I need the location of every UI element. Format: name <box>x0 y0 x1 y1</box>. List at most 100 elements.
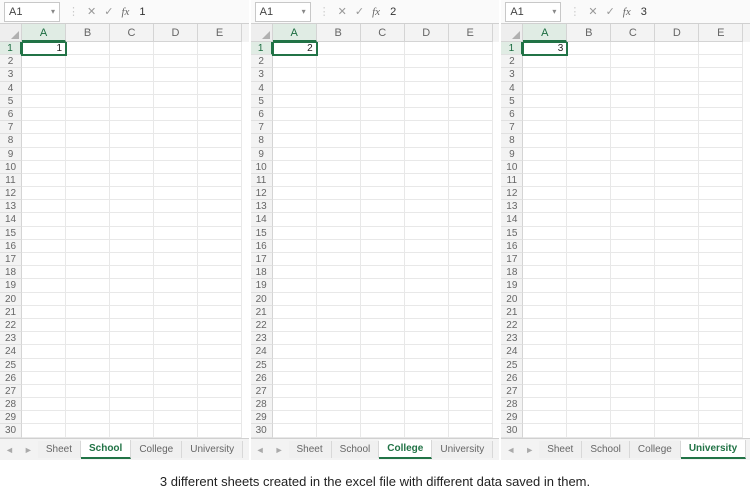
cell[interactable] <box>110 68 154 81</box>
cell[interactable] <box>699 174 743 187</box>
cell[interactable] <box>567 42 611 55</box>
row-header[interactable]: 27 <box>251 385 273 398</box>
cell[interactable] <box>22 253 66 266</box>
row-header[interactable]: 2 <box>501 55 523 68</box>
cell[interactable] <box>361 55 405 68</box>
cell[interactable] <box>567 253 611 266</box>
cell[interactable] <box>22 372 66 385</box>
cell[interactable] <box>449 213 493 226</box>
cell[interactable] <box>405 411 449 424</box>
row-header[interactable]: 17 <box>501 253 523 266</box>
cell[interactable] <box>611 82 655 95</box>
row-header[interactable]: 29 <box>0 411 22 424</box>
cell[interactable] <box>273 134 317 147</box>
cell[interactable] <box>655 424 699 437</box>
row-header[interactable]: 24 <box>0 345 22 358</box>
cell[interactable] <box>449 266 493 279</box>
cell[interactable] <box>110 372 154 385</box>
row-header[interactable]: 14 <box>501 213 523 226</box>
cell[interactable] <box>273 266 317 279</box>
cell[interactable] <box>449 253 493 266</box>
confirm-icon[interactable]: ✓ <box>351 5 368 18</box>
cell[interactable] <box>273 213 317 226</box>
sheet-tab[interactable]: School <box>582 441 630 458</box>
formula-value[interactable]: 2 <box>384 6 499 18</box>
cell[interactable] <box>611 121 655 134</box>
cell[interactable] <box>198 332 242 345</box>
cell[interactable] <box>66 332 110 345</box>
cell[interactable] <box>699 332 743 345</box>
cell[interactable] <box>361 213 405 226</box>
cell[interactable] <box>655 161 699 174</box>
cell[interactable] <box>361 174 405 187</box>
cell[interactable] <box>66 213 110 226</box>
cell[interactable] <box>22 134 66 147</box>
cell[interactable] <box>317 319 361 332</box>
cell[interactable] <box>361 345 405 358</box>
cell[interactable] <box>317 279 361 292</box>
row-header[interactable]: 8 <box>501 134 523 147</box>
cell[interactable] <box>66 82 110 95</box>
row-header[interactable]: 16 <box>0 240 22 253</box>
cell[interactable] <box>405 359 449 372</box>
cell[interactable] <box>154 319 198 332</box>
row-header[interactable]: 18 <box>251 266 273 279</box>
row-header[interactable]: 13 <box>501 200 523 213</box>
cell[interactable] <box>361 332 405 345</box>
cell[interactable] <box>567 55 611 68</box>
cell[interactable] <box>611 385 655 398</box>
cell[interactable] <box>110 161 154 174</box>
cell[interactable] <box>567 332 611 345</box>
column-header[interactable]: B <box>567 24 611 42</box>
cell[interactable] <box>22 161 66 174</box>
cell[interactable] <box>567 424 611 437</box>
cell[interactable] <box>699 345 743 358</box>
cell[interactable] <box>154 187 198 200</box>
cell[interactable] <box>567 174 611 187</box>
cell[interactable] <box>198 359 242 372</box>
cell[interactable] <box>22 227 66 240</box>
cell[interactable] <box>110 424 154 437</box>
cell[interactable] <box>273 55 317 68</box>
cell[interactable] <box>361 108 405 121</box>
cell[interactable] <box>611 279 655 292</box>
cell[interactable] <box>655 266 699 279</box>
cell[interactable] <box>273 253 317 266</box>
cell[interactable] <box>405 319 449 332</box>
cell[interactable] <box>22 121 66 134</box>
column-header[interactable]: D <box>655 24 699 42</box>
cell[interactable] <box>154 253 198 266</box>
cell[interactable] <box>567 213 611 226</box>
cell[interactable] <box>405 306 449 319</box>
cell[interactable] <box>198 55 242 68</box>
cell[interactable] <box>405 279 449 292</box>
cell[interactable] <box>567 68 611 81</box>
row-header[interactable]: 11 <box>0 174 22 187</box>
cell[interactable] <box>22 359 66 372</box>
cell[interactable] <box>317 55 361 68</box>
cell[interactable] <box>655 148 699 161</box>
cell[interactable] <box>611 187 655 200</box>
row-header[interactable]: 14 <box>251 213 273 226</box>
cell[interactable] <box>66 253 110 266</box>
sheet-tab[interactable]: School <box>81 440 131 459</box>
cell[interactable] <box>449 161 493 174</box>
row-header[interactable]: 27 <box>0 385 22 398</box>
sheet-tab[interactable]: University <box>681 440 746 459</box>
row-header[interactable]: 22 <box>501 319 523 332</box>
cell[interactable] <box>22 200 66 213</box>
row-header[interactable]: 1 <box>251 42 273 55</box>
cell[interactable] <box>317 398 361 411</box>
cell[interactable] <box>66 240 110 253</box>
cell[interactable] <box>449 55 493 68</box>
cell[interactable] <box>198 266 242 279</box>
cell[interactable] <box>154 161 198 174</box>
sheet-tab[interactable]: Sheet <box>38 441 81 458</box>
cell[interactable] <box>361 279 405 292</box>
fx-icon[interactable]: fx <box>117 6 133 18</box>
cell[interactable] <box>361 200 405 213</box>
cell[interactable] <box>154 266 198 279</box>
cell[interactable] <box>273 121 317 134</box>
cell[interactable] <box>655 306 699 319</box>
cell[interactable] <box>699 55 743 68</box>
